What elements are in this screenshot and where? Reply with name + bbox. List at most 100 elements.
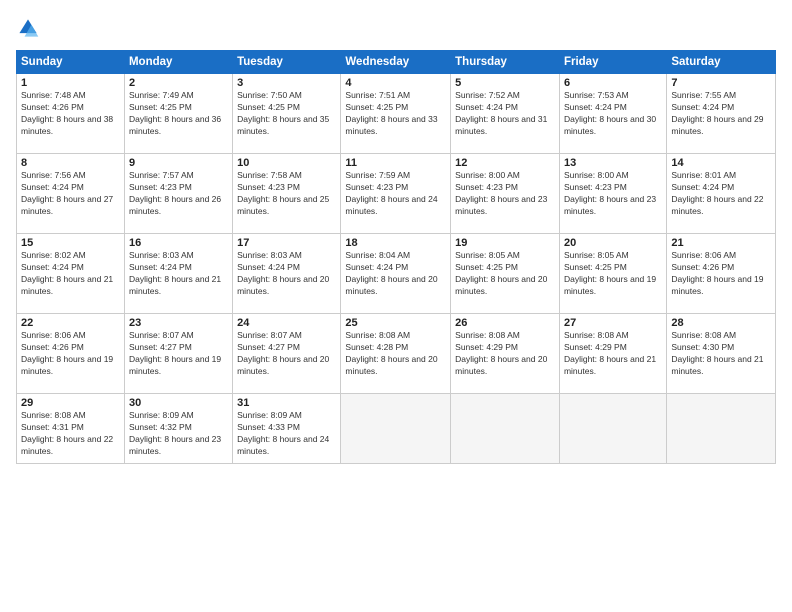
day-number: 24: [237, 317, 336, 329]
calendar-cell: 31Sunrise: 8:09 AMSunset: 4:33 PMDayligh…: [233, 394, 341, 464]
day-info: Sunrise: 7:55 AMSunset: 4:24 PMDaylight:…: [671, 90, 771, 138]
day-info: Sunrise: 8:08 AMSunset: 4:30 PMDaylight:…: [671, 330, 771, 378]
day-number: 14: [671, 157, 771, 169]
header: [16, 16, 776, 40]
day-info: Sunrise: 7:48 AMSunset: 4:26 PMDaylight:…: [21, 90, 120, 138]
day-number: 5: [455, 77, 555, 89]
day-number: 11: [345, 157, 446, 169]
calendar-cell: 19Sunrise: 8:05 AMSunset: 4:25 PMDayligh…: [451, 234, 560, 314]
calendar-cell: 9Sunrise: 7:57 AMSunset: 4:23 PMDaylight…: [124, 154, 232, 234]
calendar-cell: 25Sunrise: 8:08 AMSunset: 4:28 PMDayligh…: [341, 314, 451, 394]
logo-icon: [16, 16, 40, 40]
day-info: Sunrise: 8:06 AMSunset: 4:26 PMDaylight:…: [21, 330, 120, 378]
day-info: Sunrise: 8:01 AMSunset: 4:24 PMDaylight:…: [671, 170, 771, 218]
day-number: 8: [21, 157, 120, 169]
calendar-cell: 5Sunrise: 7:52 AMSunset: 4:24 PMDaylight…: [451, 74, 560, 154]
calendar-cell: 26Sunrise: 8:08 AMSunset: 4:29 PMDayligh…: [451, 314, 560, 394]
calendar-cell: 16Sunrise: 8:03 AMSunset: 4:24 PMDayligh…: [124, 234, 232, 314]
day-info: Sunrise: 8:02 AMSunset: 4:24 PMDaylight:…: [21, 250, 120, 298]
day-number: 7: [671, 77, 771, 89]
calendar-cell: 1Sunrise: 7:48 AMSunset: 4:26 PMDaylight…: [17, 74, 125, 154]
calendar-cell: 8Sunrise: 7:56 AMSunset: 4:24 PMDaylight…: [17, 154, 125, 234]
day-info: Sunrise: 7:51 AMSunset: 4:25 PMDaylight:…: [345, 90, 446, 138]
calendar-cell: 29Sunrise: 8:08 AMSunset: 4:31 PMDayligh…: [17, 394, 125, 464]
day-number: 22: [21, 317, 120, 329]
calendar: SundayMondayTuesdayWednesdayThursdayFrid…: [16, 50, 776, 464]
day-info: Sunrise: 7:58 AMSunset: 4:23 PMDaylight:…: [237, 170, 336, 218]
day-info: Sunrise: 7:59 AMSunset: 4:23 PMDaylight:…: [345, 170, 446, 218]
calendar-cell: 21Sunrise: 8:06 AMSunset: 4:26 PMDayligh…: [667, 234, 776, 314]
calendar-cell: 7Sunrise: 7:55 AMSunset: 4:24 PMDaylight…: [667, 74, 776, 154]
day-info: Sunrise: 8:00 AMSunset: 4:23 PMDaylight:…: [564, 170, 662, 218]
day-number: 17: [237, 237, 336, 249]
day-number: 28: [671, 317, 771, 329]
day-info: Sunrise: 8:03 AMSunset: 4:24 PMDaylight:…: [237, 250, 336, 298]
day-number: 13: [564, 157, 662, 169]
day-number: 19: [455, 237, 555, 249]
calendar-cell: 11Sunrise: 7:59 AMSunset: 4:23 PMDayligh…: [341, 154, 451, 234]
day-number: 6: [564, 77, 662, 89]
day-info: Sunrise: 8:00 AMSunset: 4:23 PMDaylight:…: [455, 170, 555, 218]
day-number: 3: [237, 77, 336, 89]
calendar-week-4: 22Sunrise: 8:06 AMSunset: 4:26 PMDayligh…: [17, 314, 776, 394]
day-info: Sunrise: 8:08 AMSunset: 4:29 PMDaylight:…: [455, 330, 555, 378]
day-info: Sunrise: 8:08 AMSunset: 4:31 PMDaylight:…: [21, 410, 120, 458]
day-header-wednesday: Wednesday: [341, 51, 451, 74]
calendar-week-3: 15Sunrise: 8:02 AMSunset: 4:24 PMDayligh…: [17, 234, 776, 314]
day-info: Sunrise: 8:03 AMSunset: 4:24 PMDaylight:…: [129, 250, 228, 298]
calendar-week-1: 1Sunrise: 7:48 AMSunset: 4:26 PMDaylight…: [17, 74, 776, 154]
day-header-friday: Friday: [559, 51, 666, 74]
day-info: Sunrise: 8:09 AMSunset: 4:33 PMDaylight:…: [237, 410, 336, 458]
day-number: 21: [671, 237, 771, 249]
day-number: 20: [564, 237, 662, 249]
day-header-tuesday: Tuesday: [233, 51, 341, 74]
day-info: Sunrise: 8:07 AMSunset: 4:27 PMDaylight:…: [129, 330, 228, 378]
calendar-cell: 17Sunrise: 8:03 AMSunset: 4:24 PMDayligh…: [233, 234, 341, 314]
day-number: 1: [21, 77, 120, 89]
day-info: Sunrise: 7:49 AMSunset: 4:25 PMDaylight:…: [129, 90, 228, 138]
day-number: 29: [21, 397, 120, 409]
day-number: 16: [129, 237, 228, 249]
day-number: 31: [237, 397, 336, 409]
calendar-cell: [341, 394, 451, 464]
calendar-cell: 10Sunrise: 7:58 AMSunset: 4:23 PMDayligh…: [233, 154, 341, 234]
day-info: Sunrise: 7:57 AMSunset: 4:23 PMDaylight:…: [129, 170, 228, 218]
day-info: Sunrise: 8:05 AMSunset: 4:25 PMDaylight:…: [455, 250, 555, 298]
day-header-saturday: Saturday: [667, 51, 776, 74]
page: SundayMondayTuesdayWednesdayThursdayFrid…: [0, 0, 792, 612]
day-number: 9: [129, 157, 228, 169]
calendar-cell: 20Sunrise: 8:05 AMSunset: 4:25 PMDayligh…: [559, 234, 666, 314]
calendar-cell: 30Sunrise: 8:09 AMSunset: 4:32 PMDayligh…: [124, 394, 232, 464]
day-number: 26: [455, 317, 555, 329]
day-info: Sunrise: 7:52 AMSunset: 4:24 PMDaylight:…: [455, 90, 555, 138]
day-number: 23: [129, 317, 228, 329]
calendar-cell: 24Sunrise: 8:07 AMSunset: 4:27 PMDayligh…: [233, 314, 341, 394]
day-number: 2: [129, 77, 228, 89]
calendar-cell: 28Sunrise: 8:08 AMSunset: 4:30 PMDayligh…: [667, 314, 776, 394]
day-info: Sunrise: 8:08 AMSunset: 4:29 PMDaylight:…: [564, 330, 662, 378]
day-header-monday: Monday: [124, 51, 232, 74]
calendar-cell: 15Sunrise: 8:02 AMSunset: 4:24 PMDayligh…: [17, 234, 125, 314]
day-info: Sunrise: 7:56 AMSunset: 4:24 PMDaylight:…: [21, 170, 120, 218]
calendar-week-2: 8Sunrise: 7:56 AMSunset: 4:24 PMDaylight…: [17, 154, 776, 234]
calendar-week-5: 29Sunrise: 8:08 AMSunset: 4:31 PMDayligh…: [17, 394, 776, 464]
calendar-cell: 23Sunrise: 8:07 AMSunset: 4:27 PMDayligh…: [124, 314, 232, 394]
day-number: 15: [21, 237, 120, 249]
day-info: Sunrise: 8:06 AMSunset: 4:26 PMDaylight:…: [671, 250, 771, 298]
calendar-cell: 27Sunrise: 8:08 AMSunset: 4:29 PMDayligh…: [559, 314, 666, 394]
calendar-cell: 12Sunrise: 8:00 AMSunset: 4:23 PMDayligh…: [451, 154, 560, 234]
calendar-header-row: SundayMondayTuesdayWednesdayThursdayFrid…: [17, 51, 776, 74]
calendar-cell: 14Sunrise: 8:01 AMSunset: 4:24 PMDayligh…: [667, 154, 776, 234]
calendar-cell: [451, 394, 560, 464]
day-number: 10: [237, 157, 336, 169]
calendar-cell: 13Sunrise: 8:00 AMSunset: 4:23 PMDayligh…: [559, 154, 666, 234]
calendar-cell: [667, 394, 776, 464]
day-info: Sunrise: 7:53 AMSunset: 4:24 PMDaylight:…: [564, 90, 662, 138]
day-number: 4: [345, 77, 446, 89]
logo: [16, 16, 44, 40]
day-number: 18: [345, 237, 446, 249]
calendar-cell: [559, 394, 666, 464]
day-info: Sunrise: 8:08 AMSunset: 4:28 PMDaylight:…: [345, 330, 446, 378]
day-header-thursday: Thursday: [451, 51, 560, 74]
day-info: Sunrise: 8:04 AMSunset: 4:24 PMDaylight:…: [345, 250, 446, 298]
